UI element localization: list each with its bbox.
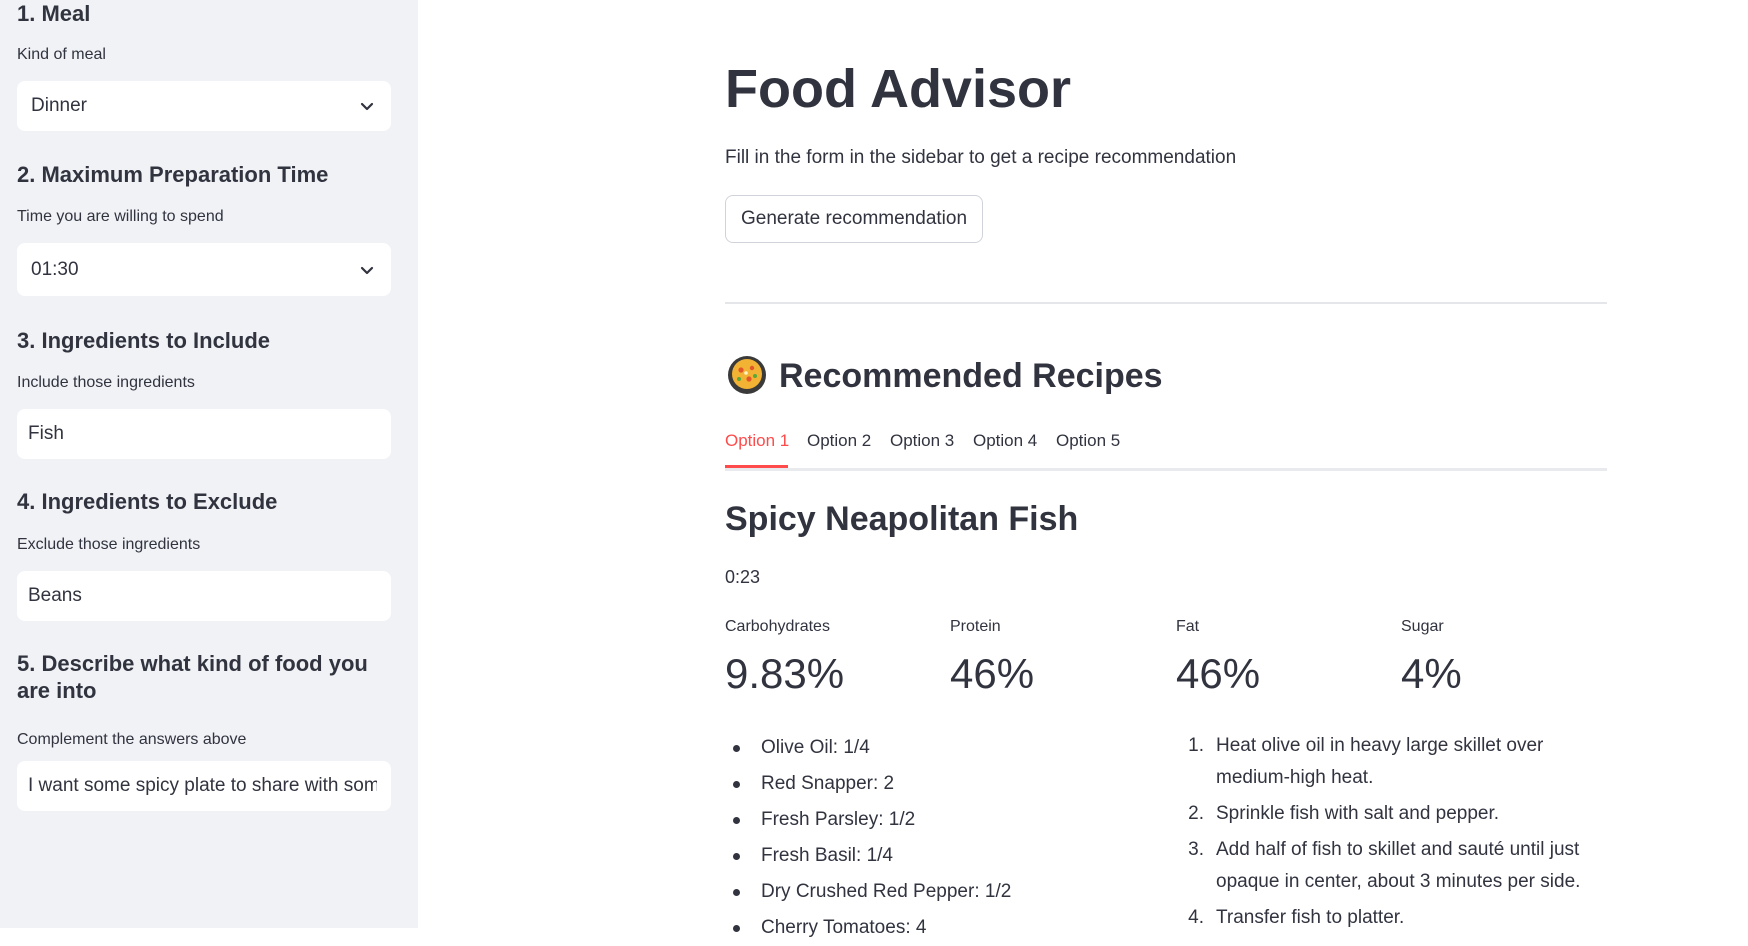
metric-label: Fat xyxy=(1176,618,1200,635)
generate-recommendation-button[interactable]: Generate recommendation xyxy=(725,195,984,243)
exclude-input-value: Beans xyxy=(28,585,82,606)
ingredients-list: Olive Oil: 1/4 Red Snapper: 2 Fresh Pars… xyxy=(725,730,1145,946)
step-number: 2. xyxy=(1188,803,1204,824)
metric-protein: Protein 46% xyxy=(950,618,1034,698)
list-item: Cherry Tomatoes: 4 xyxy=(725,910,1145,946)
metric-label: Carbohydrates xyxy=(725,618,830,635)
tab-option-1[interactable]: Option 1 xyxy=(725,430,789,468)
step-text: Sprinkle fish with salt and pepper. xyxy=(1216,803,1500,824)
exclude-label: Exclude those ingredients xyxy=(17,536,201,553)
meal-section-title: 1. Meal xyxy=(17,1,91,26)
metric-fat: Fat 46% xyxy=(1176,618,1260,698)
list-item: Fresh Parsley: 1/2 xyxy=(725,802,1145,838)
metric-value: 46% xyxy=(950,650,1035,697)
tab-option-4[interactable]: Option 4 xyxy=(973,430,1037,468)
tab-option-3[interactable]: Option 3 xyxy=(890,430,954,468)
include-label: Include those ingredients xyxy=(17,374,195,391)
list-item: Fresh Basil: 1/4 xyxy=(725,838,1145,874)
sidebar: 1. Meal Kind of meal Dinner 2. Maximum P… xyxy=(0,0,418,928)
step-number: 1. xyxy=(1188,735,1204,756)
meal-select-value: Dinner xyxy=(31,95,87,116)
recommended-recipes-title: Recommended Recipes xyxy=(779,357,1163,395)
step-number: 4. xyxy=(1188,907,1204,928)
metric-label: Protein xyxy=(950,618,1001,635)
list-item: Red Snapper: 2 xyxy=(725,766,1145,802)
steps-list: 1. Heat olive oil in heavy large skillet … xyxy=(1180,730,1600,938)
meal-label: Kind of meal xyxy=(17,46,106,63)
step-number: 3. xyxy=(1188,839,1204,860)
exclude-section-title: 4. Ingredients to Exclude xyxy=(17,489,278,514)
step-item: 1. Heat olive oil in heavy large skillet … xyxy=(1180,730,1600,794)
list-item: Olive Oil: 1/4 xyxy=(725,730,1145,766)
chevron-down-icon xyxy=(357,96,377,116)
page-subtitle: Fill in the form in the sidebar to get a… xyxy=(725,147,1237,168)
metric-value: 4% xyxy=(1401,650,1462,697)
step-item: 2. Sprinkle fish with salt and pepper. xyxy=(1180,798,1600,830)
chevron-down-icon xyxy=(357,260,377,280)
step-item: 3. Add half of fish to skillet and sauté … xyxy=(1180,834,1600,898)
step-item: 4. Transfer fish to platter. xyxy=(1180,902,1600,934)
tab-option-5[interactable]: Option 5 xyxy=(1056,430,1120,468)
prep-time-select-value: 01:30 xyxy=(31,258,79,280)
metric-label: Sugar xyxy=(1401,618,1444,635)
recommended-recipes-heading: Recommended Recipes xyxy=(725,352,1163,401)
active-tab-indicator xyxy=(725,465,788,468)
prep-time-label: Time you are willing to spend xyxy=(17,208,224,225)
describe-section-title: 5. Describe what kind of food you are in… xyxy=(17,651,368,703)
prep-time-section-title: 2. Maximum Preparation Time xyxy=(17,162,329,187)
main-content: Food Advisor Fill in the form in the sid… xyxy=(418,0,1748,938)
describe-input[interactable]: I want some spicy plate to share with so… xyxy=(17,761,391,811)
include-section-title: 3. Ingredients to Include xyxy=(17,328,271,353)
metric-value: 46% xyxy=(1176,650,1261,697)
recipe-tabs: Option 1 Option 2 Option 3 Option 4 Opti… xyxy=(725,430,1607,471)
divider xyxy=(725,302,1607,304)
exclude-input[interactable]: Beans xyxy=(17,571,391,621)
describe-input-value: I want some spicy plate to share with so… xyxy=(28,775,377,796)
meal-select[interactable]: Dinner xyxy=(17,81,391,131)
step-text: Heat olive oil in heavy large skillet ov… xyxy=(1216,735,1544,788)
describe-label: Complement the answers above xyxy=(17,731,247,748)
tab-option-2[interactable]: Option 2 xyxy=(807,430,871,468)
include-input[interactable]: Fish xyxy=(17,409,391,459)
recipe-title: Spicy Neapolitan Fish xyxy=(725,500,1079,538)
metric-value: 9.83% xyxy=(725,650,845,697)
prep-time-select[interactable]: 01:30 xyxy=(17,243,391,296)
metric-carbohydrates: Carbohydrates 9.83% xyxy=(725,618,844,698)
page-title: Food Advisor xyxy=(725,59,1071,119)
recipe-time: 0:23 xyxy=(725,567,761,587)
list-item: Dry Crushed Red Pepper: 1/2 xyxy=(725,874,1145,910)
step-text: Transfer fish to platter. xyxy=(1216,907,1405,928)
paella-pan-icon xyxy=(725,352,769,401)
step-text: Add half of fish to skillet and sauté un… xyxy=(1216,839,1581,892)
include-input-value: Fish xyxy=(28,423,64,444)
metric-sugar: Sugar 4% xyxy=(1401,618,1462,698)
